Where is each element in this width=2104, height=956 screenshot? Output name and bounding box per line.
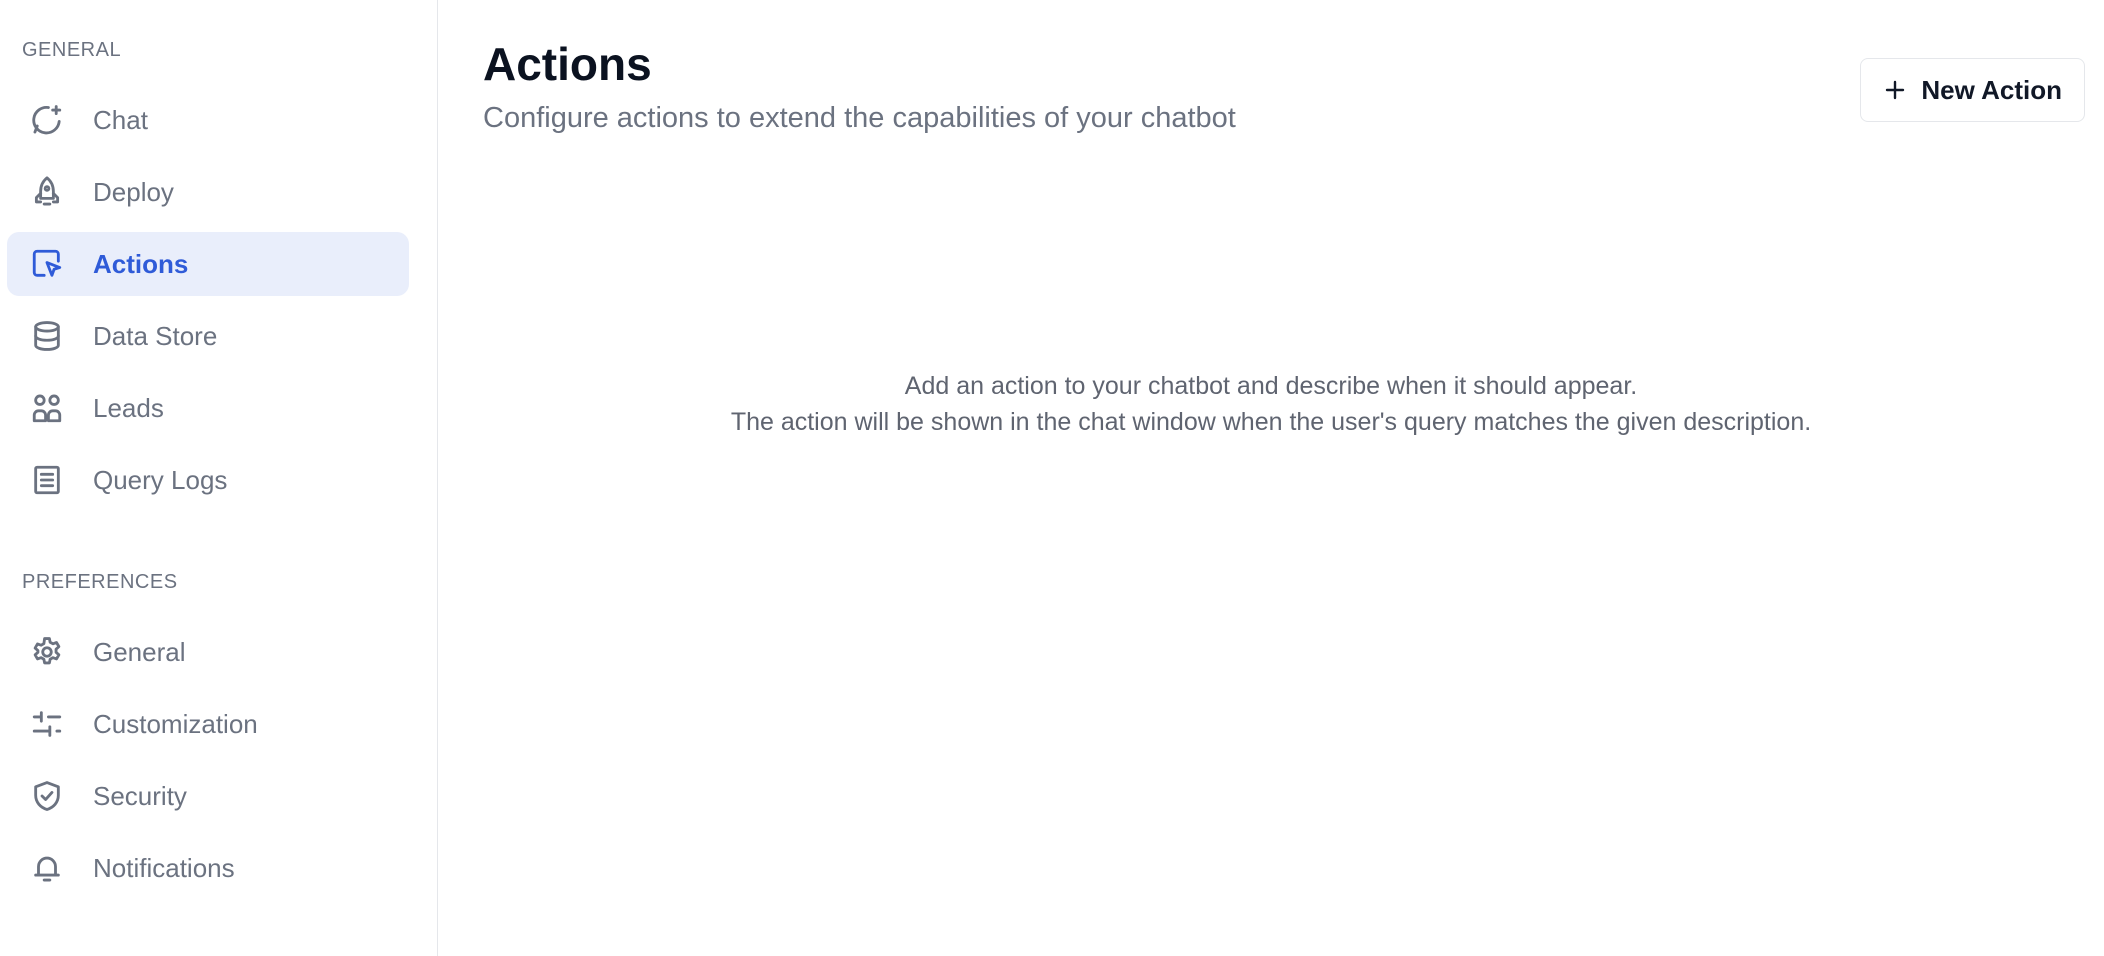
app-root: GENERAL Chat Deploy Actions Data Store L… [0, 0, 2104, 956]
document-list-icon [29, 462, 65, 498]
main-content: Actions Configure actions to extend the … [438, 0, 2104, 956]
sidebar-item-label: Notifications [93, 852, 235, 883]
sidebar-item-query-logs[interactable]: Query Logs [7, 448, 409, 512]
sidebar-item-data-store[interactable]: Data Store [7, 304, 409, 368]
sidebar-item-label: Actions [93, 248, 189, 279]
sidebar-item-customization[interactable]: Customization [7, 692, 409, 756]
cursor-click-icon [29, 246, 65, 282]
database-icon [29, 318, 65, 354]
empty-state-line-2: The action will be shown in the chat win… [730, 408, 1812, 436]
new-action-button[interactable]: New Action [1860, 58, 2085, 122]
sidebar-item-label: Security [93, 780, 187, 811]
users-grid-icon [29, 390, 65, 426]
general-nav: Chat Deploy Actions Data Store Leads Que… [0, 88, 437, 512]
bell-icon [29, 850, 65, 886]
sidebar-item-label: Deploy [93, 176, 174, 207]
sidebar: GENERAL Chat Deploy Actions Data Store L… [0, 0, 438, 956]
sidebar-item-label: Chat [93, 104, 148, 135]
empty-state-line-1: Add an action to your chatbot and descri… [904, 372, 1638, 400]
chat-sparkle-icon [29, 102, 65, 138]
sidebar-item-actions[interactable]: Actions [7, 232, 409, 296]
section-label-general: GENERAL [22, 39, 122, 61]
sidebar-item-label: General [93, 636, 186, 667]
empty-state: Add an action to your chatbot and descri… [438, 368, 2104, 440]
shield-check-icon [29, 778, 65, 814]
sidebar-item-label: Data Store [93, 320, 218, 351]
gear-icon [29, 634, 65, 670]
sidebar-item-chat[interactable]: Chat [7, 88, 409, 152]
sidebar-item-security[interactable]: Security [7, 764, 409, 828]
sidebar-item-label: Query Logs [93, 464, 228, 495]
preferences-nav: General Customization Security Notificat… [0, 620, 437, 900]
sidebar-item-notifications[interactable]: Notifications [7, 836, 409, 900]
sidebar-item-label: Customization [93, 708, 258, 739]
new-action-label: New Action [1921, 74, 2062, 105]
rocket-icon [29, 174, 65, 210]
sidebar-item-label: Leads [93, 392, 164, 423]
sidebar-item-general[interactable]: General [7, 620, 409, 684]
sliders-icon [29, 706, 65, 742]
sidebar-item-leads[interactable]: Leads [7, 376, 409, 440]
plus-icon [1886, 80, 1905, 100]
sidebar-item-deploy[interactable]: Deploy [7, 160, 409, 224]
section-label-preferences: PREFERENCES [22, 571, 178, 593]
